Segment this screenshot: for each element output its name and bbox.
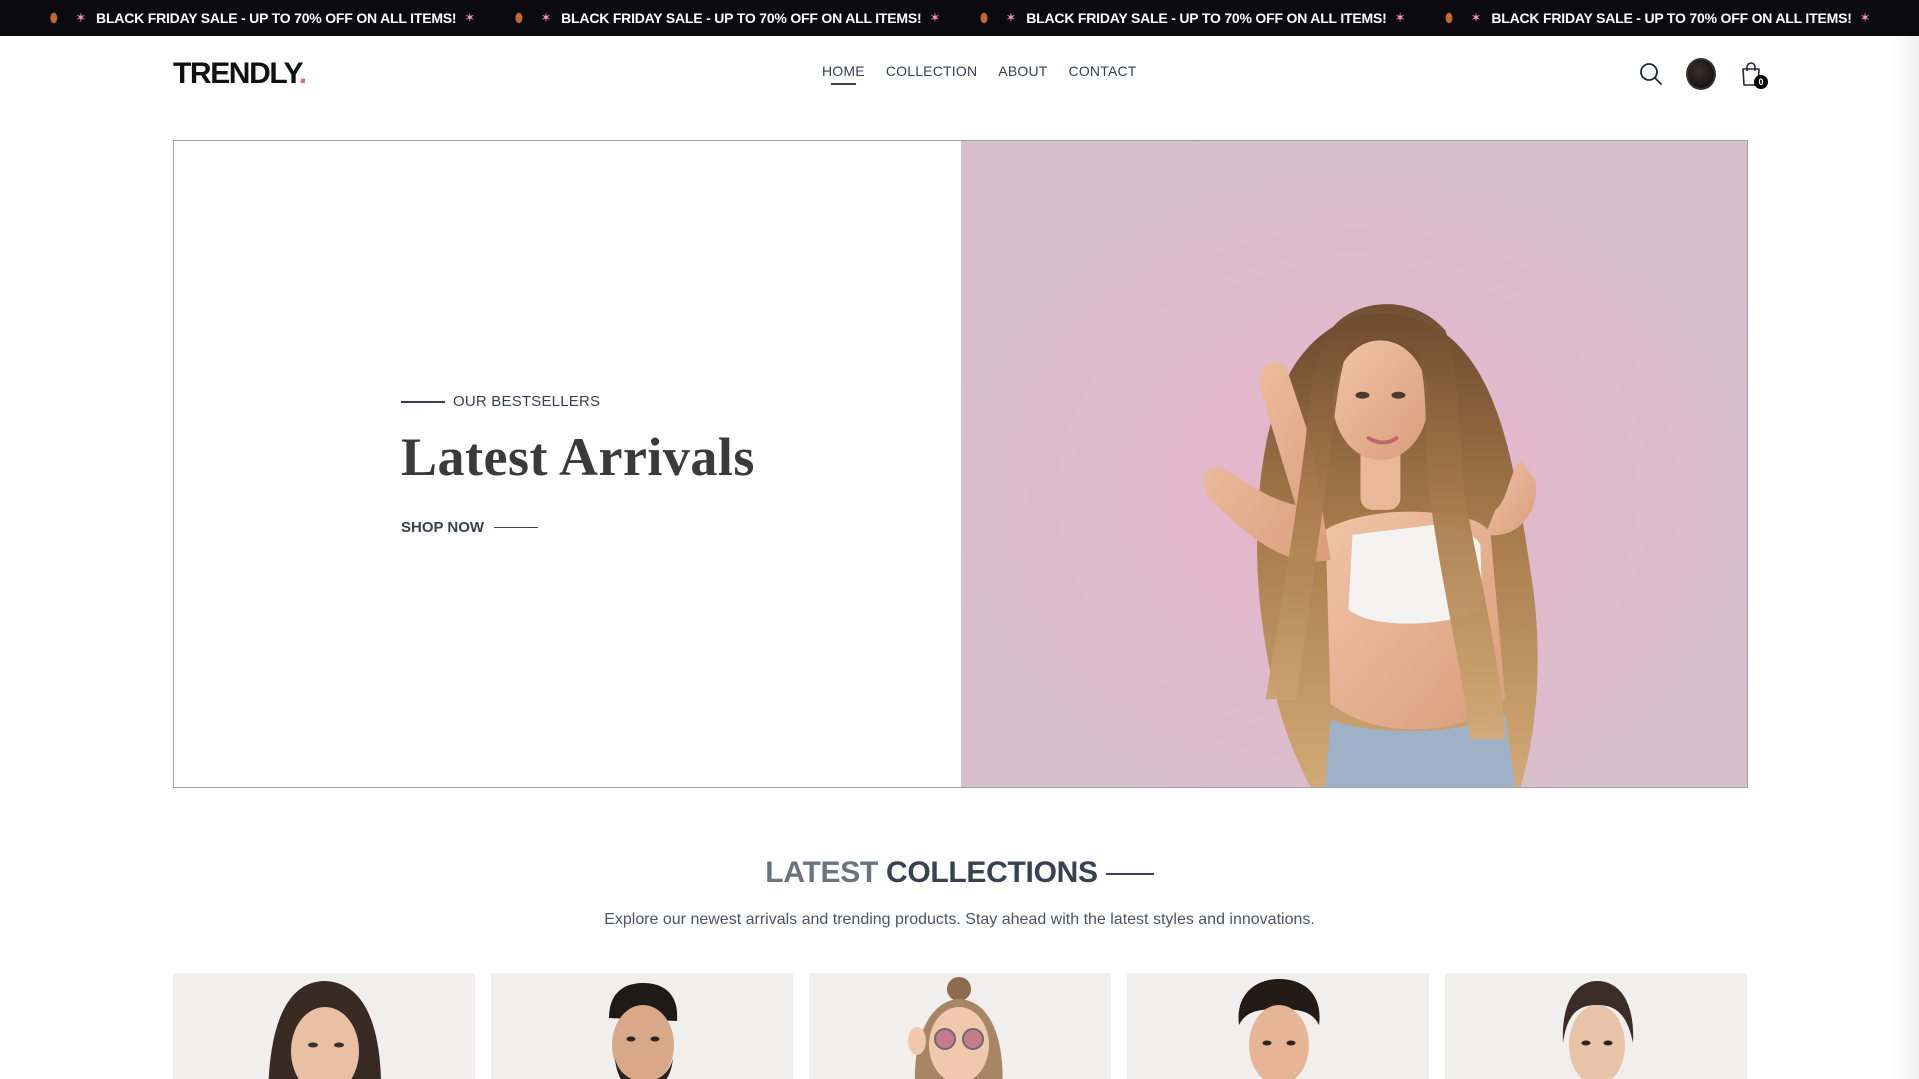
product-image xyxy=(809,973,1111,1079)
cart-count-badge: 0 xyxy=(1754,75,1768,89)
title-bold: COLLECTIONS xyxy=(885,856,1098,889)
cart-button[interactable]: 0 xyxy=(1736,59,1768,89)
hero-model-image xyxy=(961,141,1747,787)
site-header: TRENDLY. HOME COLLECTION ABOUT CONTACT 0 xyxy=(0,36,1919,140)
shop-now-label: SHOP NOW xyxy=(401,519,485,536)
product-card[interactable] xyxy=(1127,973,1429,1079)
shop-now-line xyxy=(494,527,539,528)
nav-collection[interactable]: COLLECTION xyxy=(886,63,977,79)
nav-home[interactable]: HOME xyxy=(822,63,865,85)
search-icon xyxy=(1640,63,1662,85)
announcement-item: ⬮ ✶ BLACK FRIDAY SALE - UP TO 70% OFF ON A… xyxy=(38,0,475,36)
announcement-item: ⬮ ✶ BLACK FRIDAY SALE - UP TO 70% OFF ON A… xyxy=(503,0,940,36)
announcement-item: ⬮ ✶ BLACK FRIDAY SALE - UP TO 70% OFF ON A… xyxy=(968,0,1405,36)
latest-collections-title: LATEST COLLECTIONS xyxy=(0,856,1919,890)
announcement-text: BLACK FRIDAY SALE - UP TO 70% OFF ON ALL… xyxy=(1026,10,1387,26)
party-popper-icon: ✶ xyxy=(75,10,87,25)
announcement-text: BLACK FRIDAY SALE - UP TO 70% OFF ON ALL… xyxy=(96,10,457,26)
announcement-bar: ⬮ ✶ BLACK FRIDAY SALE - UP TO 70% OFF ON A… xyxy=(0,0,1919,36)
announcement-text: BLACK FRIDAY SALE - UP TO 70% OFF ON ALL… xyxy=(561,10,922,26)
nav-about[interactable]: ABOUT xyxy=(998,63,1047,79)
main-nav: HOME COLLECTION ABOUT CONTACT xyxy=(822,63,1137,85)
party-popper-icon: ✶ xyxy=(1859,10,1871,25)
leaf-icon: ⬮ xyxy=(515,10,523,25)
latest-collections-subtitle: Explore our newest arrivals and trending… xyxy=(604,911,1315,928)
hero-image xyxy=(961,141,1747,787)
product-card[interactable] xyxy=(1445,973,1747,1079)
leaf-icon: ⬮ xyxy=(1445,10,1453,25)
hero-banner: OUR BESTSELLERS Latest Arrivals SHOP NOW xyxy=(173,140,1748,788)
product-image xyxy=(1445,973,1747,1079)
logo[interactable]: TRENDLY. xyxy=(173,57,307,91)
logo-text: TRENDLY xyxy=(173,57,300,90)
product-image xyxy=(491,973,793,1079)
header-icons: 0 xyxy=(1636,58,1768,90)
party-popper-icon: ✶ xyxy=(1470,10,1482,25)
product-image xyxy=(1127,973,1429,1079)
product-image xyxy=(173,973,475,1079)
title-line xyxy=(1105,873,1154,876)
party-popper-icon: ✶ xyxy=(540,10,552,25)
hero-eyebrow: OUR BESTSELLERS xyxy=(401,393,600,410)
leaf-icon: ⬮ xyxy=(50,10,58,25)
eyebrow-text: OUR BESTSELLERS xyxy=(453,393,601,410)
party-popper-icon: ✶ xyxy=(464,10,476,25)
eyebrow-line xyxy=(401,400,445,403)
product-grid xyxy=(173,973,1748,1079)
product-card[interactable] xyxy=(809,973,1111,1079)
profile-button[interactable] xyxy=(1686,58,1716,90)
announcement-track: ⬮ ✶ BLACK FRIDAY SALE - UP TO 70% OFF ON A… xyxy=(38,0,1898,36)
hero-title: Latest Arrivals xyxy=(401,427,755,487)
shop-now-button[interactable]: SHOP NOW xyxy=(401,519,539,536)
announcement-text: BLACK FRIDAY SALE - UP TO 70% OFF ON ALL… xyxy=(1491,10,1852,26)
logo-dot: . xyxy=(298,57,307,90)
party-popper-icon: ✶ xyxy=(929,10,941,25)
nav-contact[interactable]: CONTACT xyxy=(1069,63,1137,79)
announcement-item: ⬮ ✶ BLACK FRIDAY SALE - UP TO 70% OFF ON A… xyxy=(1433,0,1870,36)
product-card[interactable] xyxy=(173,973,475,1079)
title-light: LATEST xyxy=(765,856,878,889)
product-card[interactable] xyxy=(491,973,793,1079)
avatar xyxy=(1686,58,1716,90)
party-popper-icon: ✶ xyxy=(1005,10,1017,25)
leaf-icon: ⬮ xyxy=(980,10,988,25)
search-button[interactable] xyxy=(1636,59,1666,89)
party-popper-icon: ✶ xyxy=(1394,10,1406,25)
hero-text-panel: OUR BESTSELLERS Latest Arrivals SHOP NOW xyxy=(174,141,961,787)
